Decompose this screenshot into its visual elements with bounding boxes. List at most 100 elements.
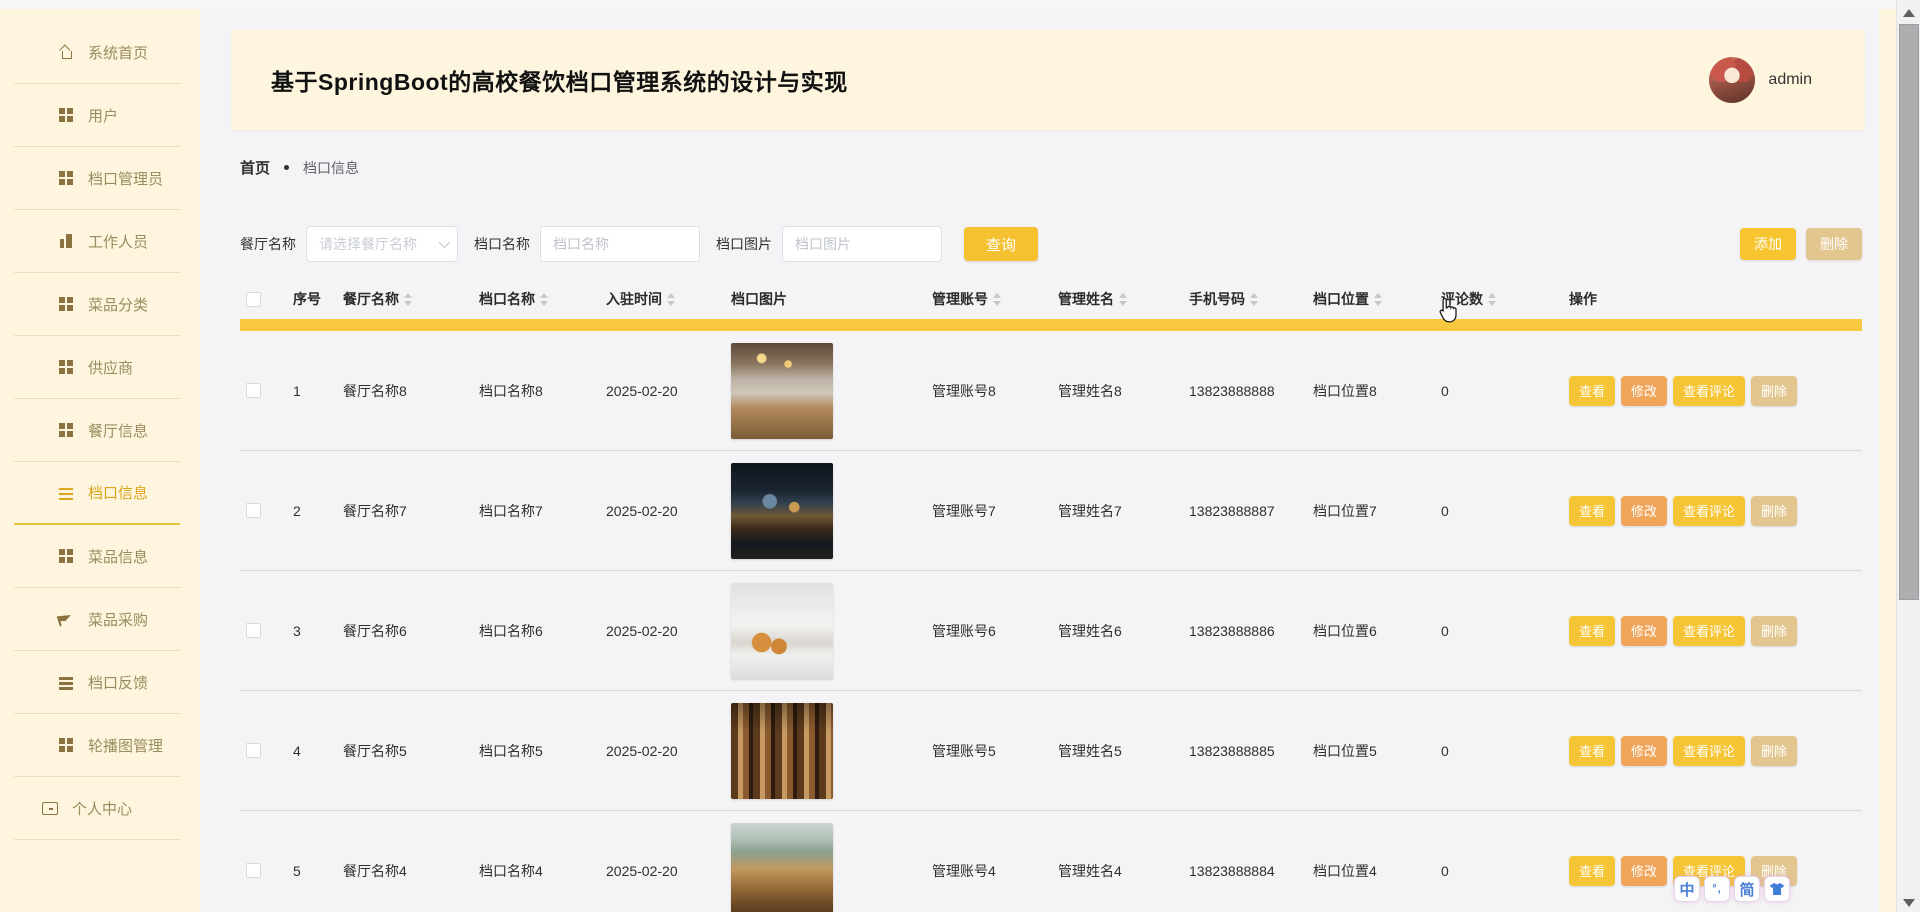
sort-arrows-icon[interactable] [1250, 293, 1259, 306]
comment-row-button[interactable]: 查看评论 [1673, 736, 1745, 766]
scrollbar-down-arrow-icon[interactable] [1903, 899, 1915, 907]
stall-photo[interactable] [731, 823, 833, 912]
row-restaurant-name: 餐厅名称8 [343, 381, 479, 401]
row-checkbox[interactable] [246, 383, 261, 398]
row-comment-count: 0 [1441, 623, 1569, 639]
edit-row-button[interactable]: 修改 [1621, 376, 1667, 406]
view-row-button[interactable]: 查看 [1569, 496, 1615, 526]
avatar[interactable] [1709, 57, 1755, 103]
column-header-8[interactable]: 手机号码 [1189, 289, 1313, 309]
stall-image-input[interactable] [782, 226, 942, 262]
table-header-row: 序号餐厅名称档口名称入驻时间档口图片管理账号管理姓名手机号码档口位置评论数操作 [240, 279, 1862, 319]
sidebar-item-dish-categories[interactable]: 菜品分类 [14, 273, 180, 336]
scrollbar-up-arrow-icon[interactable] [1903, 9, 1915, 17]
sidebar-item-label: 个人中心 [72, 798, 132, 819]
sidebar-item-home[interactable]: 系统首页 [14, 21, 180, 84]
row-checkbox[interactable] [246, 503, 261, 518]
sidebar-item-profile[interactable]: 个人中心 [14, 777, 180, 840]
column-header-6[interactable]: 管理账号 [932, 289, 1058, 309]
page-title: 基于SpringBoot的高校餐饮档口管理系统的设计与实现 [271, 63, 848, 97]
column-header-10[interactable]: 评论数 [1441, 289, 1569, 309]
sidebar-item-stall-info[interactable]: 档口信息 [14, 462, 180, 525]
sidebar-item-stall-feedback[interactable]: 档口反馈 [14, 651, 180, 714]
sort-arrows-icon[interactable] [540, 293, 549, 306]
stall-photo[interactable] [731, 583, 833, 679]
row-checkbox[interactable] [246, 863, 261, 878]
home-icon [58, 44, 74, 60]
column-header-7[interactable]: 管理姓名 [1058, 289, 1189, 309]
column-header-9[interactable]: 档口位置 [1313, 289, 1441, 309]
row-admin-name: 管理姓名4 [1058, 861, 1189, 881]
stall-photo[interactable] [731, 343, 833, 439]
del-row-button[interactable]: 删除 [1751, 616, 1797, 646]
sidebar: 系统首页用户档口管理员工作人员菜品分类供应商餐厅信息档口信息菜品信息菜品采购档口… [0, 9, 200, 912]
search-button[interactable]: 查询 [964, 227, 1038, 261]
comment-row-button[interactable]: 查看评论 [1673, 616, 1745, 646]
view-row-button[interactable]: 查看 [1569, 376, 1615, 406]
column-header-4[interactable]: 入驻时间 [606, 289, 731, 309]
stall-photo[interactable] [731, 463, 833, 559]
sort-arrows-icon[interactable] [404, 293, 413, 306]
column-header-label: 管理账号 [932, 289, 988, 309]
sidebar-item-carousel[interactable]: 轮播图管理 [14, 714, 180, 777]
sidebar-item-label: 档口反馈 [88, 672, 148, 693]
delete-button[interactable]: 删除 [1806, 228, 1862, 260]
sidebar-item-suppliers[interactable]: 供应商 [14, 336, 180, 399]
edit-row-button[interactable]: 修改 [1621, 496, 1667, 526]
sort-arrows-icon[interactable] [1119, 293, 1128, 306]
sidebar-item-restaurant-info[interactable]: 餐厅信息 [14, 399, 180, 462]
column-header-2[interactable]: 餐厅名称 [343, 289, 479, 309]
view-row-button[interactable]: 查看 [1569, 736, 1615, 766]
row-restaurant-name: 餐厅名称6 [343, 621, 479, 641]
row-checkbox[interactable] [246, 623, 261, 638]
restaurant-select[interactable]: 请选择餐厅名称 [306, 226, 458, 262]
stall-name-input[interactable] [540, 226, 700, 262]
comment-row-button[interactable]: 查看评论 [1673, 376, 1745, 406]
ime-skin-shirt-icon[interactable] [1764, 876, 1790, 902]
grid-icon [58, 359, 74, 375]
select-all-checkbox[interactable] [246, 292, 261, 307]
ime-punctuation-icon[interactable]: °, [1704, 876, 1730, 902]
comment-row-button[interactable]: 查看评论 [1673, 496, 1745, 526]
sort-arrows-icon[interactable] [993, 293, 1002, 306]
ime-simplified-mode[interactable]: 简 [1734, 876, 1760, 902]
sort-arrows-icon[interactable] [1488, 293, 1497, 306]
user-box[interactable]: admin [1709, 30, 1812, 130]
chart-icon [58, 233, 74, 249]
view-row-button[interactable]: 查看 [1569, 616, 1615, 646]
del-row-button[interactable]: 删除 [1751, 376, 1797, 406]
row-location: 档口位置4 [1313, 861, 1441, 881]
add-button[interactable]: 添加 [1740, 228, 1796, 260]
ime-chinese-mode[interactable]: 中 [1674, 876, 1700, 902]
sidebar-item-stall-admins[interactable]: 档口管理员 [14, 147, 180, 210]
edit-row-button[interactable]: 修改 [1621, 856, 1667, 886]
sidebar-item-staff[interactable]: 工作人员 [14, 210, 180, 273]
row-index: 4 [293, 743, 343, 759]
row-index: 3 [293, 623, 343, 639]
table-row: 3餐厅名称6档口名称62025-02-20管理账号6管理姓名6138238888… [240, 571, 1862, 691]
column-header-3[interactable]: 档口名称 [479, 289, 606, 309]
row-actions: 查看修改查看评论删除 [1569, 616, 1862, 646]
sidebar-item-dish-purchase[interactable]: 菜品采购 [14, 588, 180, 651]
grid-icon [58, 296, 74, 312]
view-row-button[interactable]: 查看 [1569, 856, 1615, 886]
edit-row-button[interactable]: 修改 [1621, 616, 1667, 646]
vertical-scrollbar[interactable] [1896, 0, 1920, 912]
stall-table: 序号餐厅名称档口名称入驻时间档口图片管理账号管理姓名手机号码档口位置评论数操作 … [240, 279, 1862, 912]
sort-arrows-icon[interactable] [1374, 293, 1383, 306]
row-location: 档口位置7 [1313, 501, 1441, 521]
stall-photo[interactable] [731, 703, 833, 799]
plane-icon [58, 611, 74, 627]
sidebar-item-label: 菜品分类 [88, 294, 148, 315]
sidebar-item-users[interactable]: 用户 [14, 84, 180, 147]
sort-arrows-icon[interactable] [667, 293, 676, 306]
scrollbar-thumb[interactable] [1899, 24, 1919, 600]
sidebar-item-dish-info[interactable]: 菜品信息 [14, 525, 180, 588]
row-checkbox[interactable] [246, 743, 261, 758]
edit-row-button[interactable]: 修改 [1621, 736, 1667, 766]
stall-name-filter-label: 档口名称 [474, 234, 530, 254]
column-header-label: 管理姓名 [1058, 289, 1114, 309]
del-row-button[interactable]: 删除 [1751, 736, 1797, 766]
del-row-button[interactable]: 删除 [1751, 496, 1797, 526]
breadcrumb-home[interactable]: 首页 [240, 157, 270, 178]
